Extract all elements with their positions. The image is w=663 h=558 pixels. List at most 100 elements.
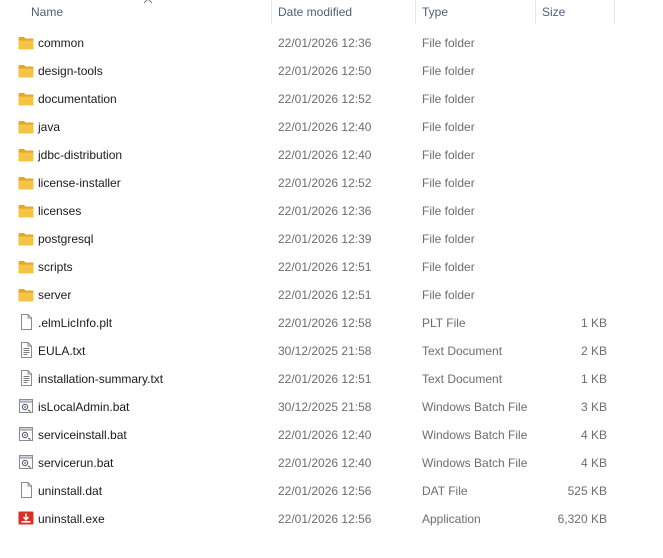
- file-row[interactable]: isLocalAdmin.bat 30/12/2025 21:58 Windows …: [0, 393, 663, 421]
- file-date-modified: 22/01/2026 12:51: [278, 288, 372, 302]
- file-row[interactable]: servicerun.bat 22/01/2026 12:40 Windows Ba…: [0, 449, 663, 477]
- file-type: File folder: [422, 288, 475, 302]
- file-name[interactable]: java: [38, 113, 60, 141]
- column-divider[interactable]: [614, 0, 615, 24]
- file-type: File folder: [422, 204, 475, 218]
- file-type: Windows Batch File: [422, 428, 528, 442]
- file-type: PLT File: [422, 316, 466, 330]
- file-name[interactable]: server: [38, 281, 71, 309]
- file-name[interactable]: isLocalAdmin.bat: [38, 393, 129, 421]
- text-file-icon: [18, 342, 34, 358]
- folder-icon: [18, 232, 34, 246]
- column-header-type[interactable]: Type: [422, 0, 448, 24]
- folder-icon: [18, 204, 34, 218]
- batch-file-icon: [18, 455, 34, 470]
- file-date-modified: 30/12/2025 21:58: [278, 400, 372, 414]
- blank-file-icon: [18, 314, 34, 330]
- file-name[interactable]: scripts: [38, 253, 73, 281]
- file-row[interactable]: serviceinstall.bat 22/01/2026 12:40 Window…: [0, 421, 663, 449]
- file-row[interactable]: installation-summary.txt 22/01/2026 12:51…: [0, 365, 663, 393]
- file-date-modified: 30/12/2025 21:58: [278, 344, 372, 358]
- file-name[interactable]: servicerun.bat: [38, 449, 113, 477]
- text-file-icon: [18, 370, 34, 386]
- file-list: common 22/01/2026 12:36 File folder design-…: [0, 29, 663, 533]
- file-row[interactable]: common 22/01/2026 12:36 File folder: [0, 29, 663, 57]
- column-header-name[interactable]: Name: [31, 0, 63, 24]
- file-size: 6,320 KB: [557, 512, 607, 526]
- file-size: 3 KB: [580, 400, 607, 414]
- column-divider[interactable]: [535, 0, 536, 24]
- file-row[interactable]: EULA.txt 30/12/2025 21:58 Text Document 2 K…: [0, 337, 663, 365]
- file-type: File folder: [422, 176, 475, 190]
- folder-icon: [18, 176, 34, 190]
- file-name[interactable]: licenses: [38, 197, 81, 225]
- file-date-modified: 22/01/2026 12:51: [278, 372, 372, 386]
- file-row[interactable]: postgresql 22/01/2026 12:39 File folder: [0, 225, 663, 253]
- file-date-modified: 22/01/2026 12:51: [278, 260, 372, 274]
- folder-icon: [18, 288, 34, 302]
- file-date-modified: 22/01/2026 12:40: [278, 148, 372, 162]
- folder-icon: [18, 36, 34, 50]
- file-name[interactable]: postgresql: [38, 225, 93, 253]
- file-date-modified: 22/01/2026 12:50: [278, 64, 372, 78]
- file-size: 4 KB: [580, 456, 607, 470]
- file-name[interactable]: jdbc-distribution: [38, 141, 122, 169]
- folder-icon: [18, 148, 34, 162]
- file-row[interactable]: java 22/01/2026 12:40 File folder: [0, 113, 663, 141]
- file-name[interactable]: uninstall.exe: [38, 505, 105, 533]
- file-row[interactable]: server 22/01/2026 12:51 File folder: [0, 281, 663, 309]
- file-row[interactable]: license-installer 22/01/2026 12:52 File fo…: [0, 169, 663, 197]
- file-type: File folder: [422, 92, 475, 106]
- file-type: File folder: [422, 148, 475, 162]
- file-row[interactable]: scripts 22/01/2026 12:51 File folder: [0, 253, 663, 281]
- column-header-date-modified[interactable]: Date modified: [278, 0, 352, 24]
- file-date-modified: 22/01/2026 12:52: [278, 92, 372, 106]
- file-row[interactable]: uninstall.dat 22/01/2026 12:56 DAT File 525…: [0, 477, 663, 505]
- file-date-modified: 22/01/2026 12:40: [278, 120, 372, 134]
- column-header-size[interactable]: Size: [542, 0, 565, 24]
- file-date-modified: 22/01/2026 12:36: [278, 36, 372, 50]
- file-size: 1 KB: [580, 316, 607, 330]
- column-header-row: Name Date modified Type Size: [0, 0, 663, 26]
- file-name[interactable]: .elmLicInfo.plt: [38, 309, 112, 337]
- file-row[interactable]: documentation 22/01/2026 12:52 File folder: [0, 85, 663, 113]
- blank-file-icon: [18, 482, 34, 498]
- file-row[interactable]: uninstall.exe 22/01/2026 12:56 Application…: [0, 505, 663, 533]
- file-row[interactable]: jdbc-distribution 22/01/2026 12:40 File fo…: [0, 141, 663, 169]
- sort-caret-icon: [143, 0, 153, 5]
- folder-icon: [18, 92, 34, 106]
- file-date-modified: 22/01/2026 12:36: [278, 204, 372, 218]
- column-divider[interactable]: [415, 0, 416, 24]
- file-name[interactable]: design-tools: [38, 57, 103, 85]
- file-row[interactable]: .elmLicInfo.plt 22/01/2026 12:58 PLT File 1…: [0, 309, 663, 337]
- file-name[interactable]: uninstall.dat: [38, 477, 102, 505]
- file-row[interactable]: design-tools 22/01/2026 12:50 File folder: [0, 57, 663, 85]
- file-type: File folder: [422, 36, 475, 50]
- file-row[interactable]: licenses 22/01/2026 12:36 File folder: [0, 197, 663, 225]
- file-name[interactable]: license-installer: [38, 169, 121, 197]
- file-type: Application: [422, 512, 481, 526]
- file-name[interactable]: serviceinstall.bat: [38, 421, 127, 449]
- file-type: DAT File: [422, 484, 468, 498]
- file-name[interactable]: common: [38, 29, 84, 57]
- file-name[interactable]: installation-summary.txt: [38, 365, 163, 393]
- file-name[interactable]: documentation: [38, 85, 117, 113]
- folder-icon: [18, 260, 34, 274]
- file-name[interactable]: EULA.txt: [38, 337, 85, 365]
- file-date-modified: 22/01/2026 12:58: [278, 316, 372, 330]
- file-type: File folder: [422, 120, 475, 134]
- file-type: File folder: [422, 260, 475, 274]
- file-type: Windows Batch File: [422, 456, 528, 470]
- column-divider[interactable]: [271, 0, 272, 24]
- installer-app-icon: [18, 511, 34, 526]
- file-type: File folder: [422, 232, 475, 246]
- file-size: 525 KB: [567, 484, 607, 498]
- file-type: Text Document: [422, 344, 503, 358]
- batch-file-icon: [18, 399, 34, 414]
- file-size: 2 KB: [580, 344, 607, 358]
- file-type: Windows Batch File: [422, 400, 528, 414]
- file-date-modified: 22/01/2026 12:40: [278, 428, 372, 442]
- file-size: 1 KB: [580, 372, 607, 386]
- file-type: File folder: [422, 64, 475, 78]
- file-size: 4 KB: [580, 428, 607, 442]
